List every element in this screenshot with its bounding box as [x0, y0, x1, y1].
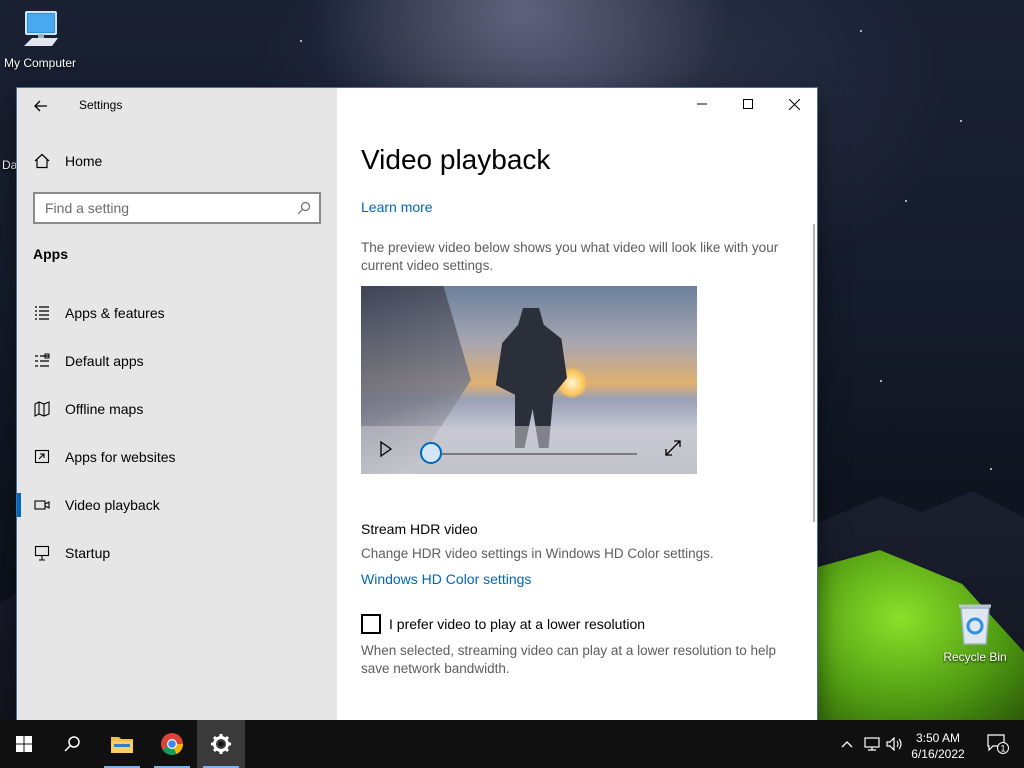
desktop-icon-my-computer[interactable]: My Computer [0, 8, 80, 70]
sidebar-item-apps-for-websites[interactable]: Apps for websites [17, 437, 337, 477]
learn-more-link[interactable]: Learn more [361, 199, 433, 215]
action-center-button[interactable]: 1 [978, 720, 1018, 768]
computer-icon [24, 11, 58, 46]
list-icon [33, 304, 51, 322]
windows-logo-icon [16, 736, 32, 752]
play-icon[interactable] [379, 440, 393, 458]
search-placeholder: Find a setting [45, 200, 130, 216]
scrollbar-thumb[interactable] [813, 224, 815, 522]
gear-icon [211, 734, 231, 754]
preview-description: The preview video below shows you what v… [361, 240, 779, 273]
video-seek-thumb[interactable] [420, 442, 442, 464]
sidebar-item-apps-features[interactable]: Apps & features [17, 293, 337, 333]
lower-resolution-label[interactable]: I prefer video to play at a lower resolu… [389, 616, 645, 632]
desktop-icon-label: Recycle Bin [943, 650, 1007, 664]
page-title: Video playback [361, 144, 551, 175]
hdr-description: Change HDR video settings in Windows HD … [361, 546, 714, 561]
sidebar-item-offline-maps[interactable]: Offline maps [17, 389, 337, 429]
search-icon [64, 736, 80, 752]
start-button[interactable] [0, 720, 48, 768]
sidebar-item-label: Apps for websites [65, 449, 176, 465]
video-icon [33, 496, 51, 514]
startup-icon [33, 544, 51, 562]
star [300, 40, 302, 42]
chrome-icon [161, 733, 183, 755]
notification-icon: 1 [987, 734, 1009, 754]
desktop-icon-label: My Computer [3, 56, 77, 70]
lower-resolution-description: When selected, streaming video can play … [361, 643, 776, 676]
chevron-up-icon [841, 741, 853, 748]
video-seek-track[interactable] [431, 453, 637, 455]
desktop-icon-partial-label: Da [2, 158, 18, 172]
search-icon [297, 201, 311, 215]
search-input[interactable]: Find a setting [33, 192, 321, 224]
close-icon [788, 98, 800, 110]
volume-button[interactable] [884, 720, 906, 768]
star [880, 380, 882, 382]
sidebar-item-label: Default apps [65, 353, 144, 369]
star [960, 120, 962, 122]
sidebar-item-startup[interactable]: Startup [17, 533, 337, 573]
settings-content: Video playback Learn more The preview vi… [337, 88, 817, 720]
settings-sidebar: Settings Home Find a setting Apps Apps &… [17, 88, 337, 720]
chrome-button[interactable] [148, 720, 196, 768]
sidebar-item-home[interactable]: Home [17, 141, 337, 181]
hd-color-settings-link[interactable]: Windows HD Color settings [361, 571, 531, 587]
taskbar: 3:50 AM 6/16/2022 1 [0, 720, 1024, 768]
window-title: Settings [79, 98, 123, 112]
speaker-icon [886, 737, 902, 751]
video-controls [361, 426, 697, 474]
minimize-icon [697, 103, 707, 105]
sidebar-item-default-apps[interactable]: Default apps [17, 341, 337, 381]
clock-date: 6/16/2022 [911, 747, 965, 761]
network-icon [864, 737, 880, 751]
default-apps-icon [33, 352, 51, 370]
maximize-button[interactable] [725, 88, 771, 120]
sidebar-item-label: Apps & features [65, 305, 165, 321]
sidebar-item-label: Startup [65, 545, 111, 561]
search-button[interactable] [48, 720, 96, 768]
back-arrow-icon [34, 100, 47, 112]
taskbar-clock[interactable]: 3:50 AM 6/16/2022 [904, 730, 972, 762]
desktop-icon-recycle-bin[interactable]: Recycle Bin [935, 602, 1015, 664]
show-hidden-icons-button[interactable] [836, 720, 858, 768]
folder-icon [111, 737, 133, 753]
back-button[interactable] [29, 94, 53, 118]
star [990, 468, 992, 470]
star [905, 200, 907, 202]
maximize-icon [743, 99, 753, 109]
sidebar-item-video-playback[interactable]: Video playback [17, 485, 337, 525]
minimize-button[interactable] [679, 88, 725, 120]
lower-resolution-checkbox[interactable] [361, 614, 381, 634]
map-icon [33, 400, 51, 418]
close-button[interactable] [771, 88, 817, 120]
fullscreen-icon[interactable] [663, 438, 683, 458]
recycle-bin-icon [959, 604, 991, 645]
sidebar-item-label: Video playback [65, 497, 160, 513]
sidebar-item-label: Offline maps [65, 401, 144, 417]
video-preview[interactable] [361, 286, 697, 474]
sidebar-section-heading: Apps [33, 246, 68, 262]
settings-taskbar-button[interactable] [197, 720, 245, 768]
open-in-app-icon [33, 448, 51, 466]
clock-time: 3:50 AM [915, 731, 961, 745]
settings-window: Settings Home Find a setting Apps Apps &… [17, 88, 817, 720]
network-button[interactable] [860, 720, 884, 768]
home-icon [33, 152, 51, 170]
sidebar-item-label: Home [65, 153, 103, 169]
file-explorer-button[interactable] [98, 720, 146, 768]
hdr-heading: Stream HDR video [361, 521, 478, 537]
notification-count: 1 [1000, 744, 1005, 754]
star [860, 30, 862, 32]
